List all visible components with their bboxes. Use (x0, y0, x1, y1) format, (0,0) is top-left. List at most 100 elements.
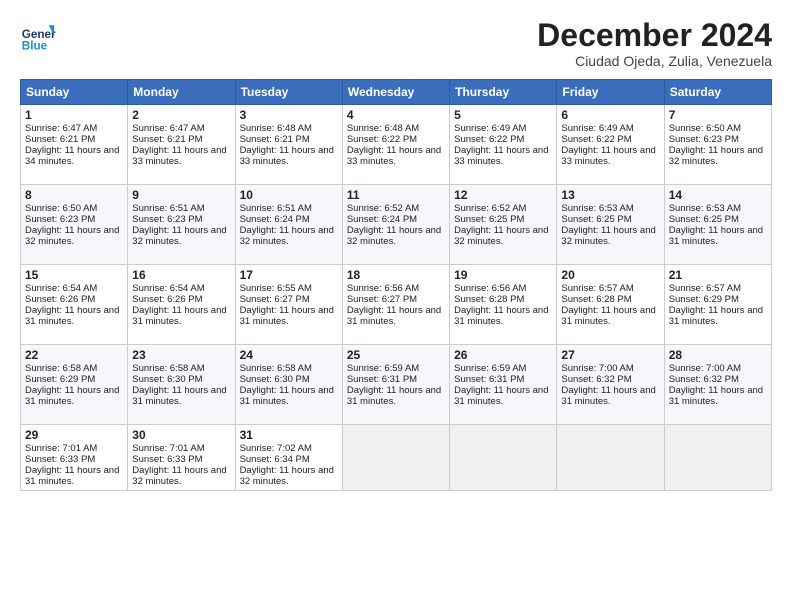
day-number: 26 (454, 348, 552, 362)
calendar-table: SundayMondayTuesdayWednesdayThursdayFrid… (20, 79, 772, 491)
sunset-label: Sunset: 6:25 PM (454, 214, 524, 225)
calendar-cell (342, 425, 449, 491)
sunset-label: Sunset: 6:29 PM (669, 294, 739, 305)
sunrise-label: Sunrise: 6:49 AM (561, 123, 633, 134)
sunset-label: Sunset: 6:22 PM (454, 134, 524, 145)
sunset-label: Sunset: 6:30 PM (240, 374, 310, 385)
day-number: 11 (347, 188, 445, 202)
sunrise-label: Sunrise: 6:59 AM (347, 363, 419, 374)
daylight-label: Daylight: 11 hours and 31 minutes. (132, 385, 226, 407)
daylight-label: Daylight: 11 hours and 32 minutes. (240, 225, 334, 247)
day-number: 30 (132, 428, 230, 442)
sunset-label: Sunset: 6:23 PM (669, 134, 739, 145)
day-number: 9 (132, 188, 230, 202)
calendar-cell: 20Sunrise: 6:57 AMSunset: 6:28 PMDayligh… (557, 265, 664, 345)
daylight-label: Daylight: 11 hours and 31 minutes. (669, 225, 763, 247)
sunrise-label: Sunrise: 6:53 AM (561, 203, 633, 214)
daylight-label: Daylight: 11 hours and 33 minutes. (132, 145, 226, 167)
weekday-header-wednesday: Wednesday (342, 80, 449, 105)
sunrise-label: Sunrise: 6:52 AM (454, 203, 526, 214)
sunrise-label: Sunrise: 6:54 AM (25, 283, 97, 294)
sunset-label: Sunset: 6:28 PM (454, 294, 524, 305)
calendar-cell: 17Sunrise: 6:55 AMSunset: 6:27 PMDayligh… (235, 265, 342, 345)
sunset-label: Sunset: 6:21 PM (240, 134, 310, 145)
daylight-label: Daylight: 11 hours and 31 minutes. (669, 385, 763, 407)
weekday-header-thursday: Thursday (450, 80, 557, 105)
sunrise-label: Sunrise: 6:58 AM (240, 363, 312, 374)
sunset-label: Sunset: 6:24 PM (240, 214, 310, 225)
daylight-label: Daylight: 11 hours and 34 minutes. (25, 145, 119, 167)
sunset-label: Sunset: 6:34 PM (240, 454, 310, 465)
sunrise-label: Sunrise: 6:48 AM (240, 123, 312, 134)
day-number: 1 (25, 108, 123, 122)
weekday-header-monday: Monday (128, 80, 235, 105)
day-number: 13 (561, 188, 659, 202)
daylight-label: Daylight: 11 hours and 33 minutes. (561, 145, 655, 167)
daylight-label: Daylight: 11 hours and 32 minutes. (347, 225, 441, 247)
day-number: 8 (25, 188, 123, 202)
sunset-label: Sunset: 6:31 PM (454, 374, 524, 385)
day-number: 5 (454, 108, 552, 122)
sunset-label: Sunset: 6:31 PM (347, 374, 417, 385)
calendar-cell: 11Sunrise: 6:52 AMSunset: 6:24 PMDayligh… (342, 185, 449, 265)
month-title: December 2024 (537, 18, 772, 53)
day-number: 3 (240, 108, 338, 122)
calendar-cell (557, 425, 664, 491)
sunset-label: Sunset: 6:28 PM (561, 294, 631, 305)
calendar-cell: 21Sunrise: 6:57 AMSunset: 6:29 PMDayligh… (664, 265, 771, 345)
sunrise-label: Sunrise: 6:50 AM (669, 123, 741, 134)
sunset-label: Sunset: 6:26 PM (25, 294, 95, 305)
calendar-cell: 6Sunrise: 6:49 AMSunset: 6:22 PMDaylight… (557, 105, 664, 185)
calendar-cell: 25Sunrise: 6:59 AMSunset: 6:31 PMDayligh… (342, 345, 449, 425)
sunrise-label: Sunrise: 7:00 AM (561, 363, 633, 374)
sunset-label: Sunset: 6:23 PM (25, 214, 95, 225)
daylight-label: Daylight: 11 hours and 32 minutes. (25, 225, 119, 247)
sunrise-label: Sunrise: 6:51 AM (240, 203, 312, 214)
calendar-cell: 4Sunrise: 6:48 AMSunset: 6:22 PMDaylight… (342, 105, 449, 185)
sunrise-label: Sunrise: 6:58 AM (25, 363, 97, 374)
sunset-label: Sunset: 6:23 PM (132, 214, 202, 225)
sunrise-label: Sunrise: 6:57 AM (561, 283, 633, 294)
location: Ciudad Ojeda, Zulia, Venezuela (537, 53, 772, 69)
calendar-cell: 7Sunrise: 6:50 AMSunset: 6:23 PMDaylight… (664, 105, 771, 185)
calendar-cell: 19Sunrise: 6:56 AMSunset: 6:28 PMDayligh… (450, 265, 557, 345)
daylight-label: Daylight: 11 hours and 31 minutes. (240, 305, 334, 327)
day-number: 31 (240, 428, 338, 442)
day-number: 14 (669, 188, 767, 202)
sunset-label: Sunset: 6:22 PM (561, 134, 631, 145)
calendar-cell (450, 425, 557, 491)
calendar-cell: 31Sunrise: 7:02 AMSunset: 6:34 PMDayligh… (235, 425, 342, 491)
weekday-header-sunday: Sunday (21, 80, 128, 105)
calendar-cell: 2Sunrise: 6:47 AMSunset: 6:21 PMDaylight… (128, 105, 235, 185)
daylight-label: Daylight: 11 hours and 31 minutes. (454, 305, 548, 327)
daylight-label: Daylight: 11 hours and 33 minutes. (347, 145, 441, 167)
sunrise-label: Sunrise: 6:50 AM (25, 203, 97, 214)
sunrise-label: Sunrise: 6:47 AM (132, 123, 204, 134)
sunrise-label: Sunrise: 6:55 AM (240, 283, 312, 294)
calendar-cell: 5Sunrise: 6:49 AMSunset: 6:22 PMDaylight… (450, 105, 557, 185)
day-number: 24 (240, 348, 338, 362)
daylight-label: Daylight: 11 hours and 31 minutes. (25, 465, 119, 487)
sunset-label: Sunset: 6:24 PM (347, 214, 417, 225)
day-number: 19 (454, 268, 552, 282)
daylight-label: Daylight: 11 hours and 32 minutes. (454, 225, 548, 247)
calendar-cell: 24Sunrise: 6:58 AMSunset: 6:30 PMDayligh… (235, 345, 342, 425)
daylight-label: Daylight: 11 hours and 31 minutes. (561, 385, 655, 407)
sunrise-label: Sunrise: 6:48 AM (347, 123, 419, 134)
weekday-header-saturday: Saturday (664, 80, 771, 105)
sunset-label: Sunset: 6:22 PM (347, 134, 417, 145)
daylight-label: Daylight: 11 hours and 31 minutes. (240, 385, 334, 407)
day-number: 6 (561, 108, 659, 122)
calendar-cell: 30Sunrise: 7:01 AMSunset: 6:33 PMDayligh… (128, 425, 235, 491)
day-number: 2 (132, 108, 230, 122)
daylight-label: Daylight: 11 hours and 32 minutes. (132, 465, 226, 487)
calendar-cell: 23Sunrise: 6:58 AMSunset: 6:30 PMDayligh… (128, 345, 235, 425)
daylight-label: Daylight: 11 hours and 32 minutes. (132, 225, 226, 247)
sunset-label: Sunset: 6:21 PM (25, 134, 95, 145)
sunrise-label: Sunrise: 6:56 AM (454, 283, 526, 294)
sunset-label: Sunset: 6:21 PM (132, 134, 202, 145)
day-number: 21 (669, 268, 767, 282)
weekday-header-tuesday: Tuesday (235, 80, 342, 105)
logo: General Blue (20, 18, 56, 54)
day-number: 7 (669, 108, 767, 122)
